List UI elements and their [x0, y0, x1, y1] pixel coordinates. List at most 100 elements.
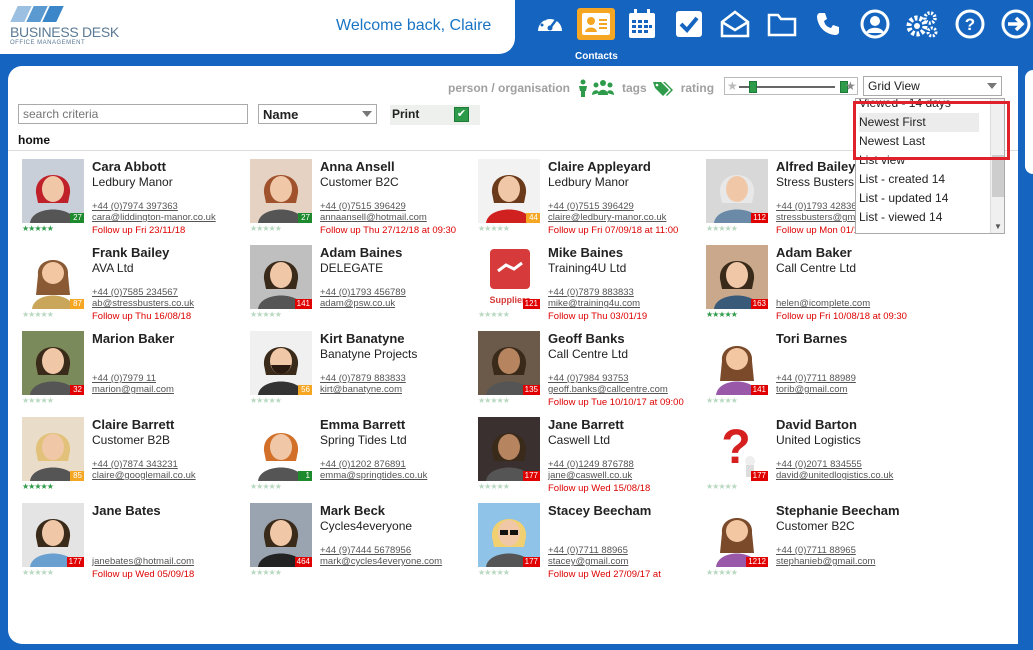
contact-card[interactable]: 85 ★★★★★ Claire Barrett Customer B2B +44 (0)… — [22, 417, 250, 503]
contact-name[interactable]: Marion Baker — [92, 331, 174, 346]
contact-card[interactable]: 44 ★★★★★ Claire Appleyard Ledbury Manor +44 … — [478, 159, 706, 245]
contact-card[interactable]: 1212 ★★★★★ Stephanie Beecham Customer B2C +4… — [706, 503, 934, 589]
contact-avatar[interactable]: 44 — [478, 159, 540, 223]
star-rating-icon[interactable]: ★★★★★ — [22, 397, 54, 405]
contact-name[interactable]: Cara Abbott — [92, 159, 166, 174]
contact-name[interactable]: Claire Barrett — [92, 417, 174, 432]
view-mode-select[interactable]: Grid View — [863, 76, 1002, 96]
contact-phone[interactable]: +44 (0)7711 88965 — [776, 545, 856, 556]
contact-email[interactable]: mark@cycles4everyone.com — [320, 556, 442, 567]
star-rating-icon[interactable]: ★★★★★ — [706, 311, 738, 319]
contact-phone[interactable]: +44 (0)7879 883833 — [320, 373, 406, 384]
side-panel-tab[interactable] — [1025, 70, 1033, 174]
contact-name[interactable]: Claire Appleyard — [548, 159, 651, 174]
contact-email[interactable]: kirt@banatyne.com — [320, 384, 402, 395]
person-icon[interactable] — [576, 79, 590, 97]
contact-name[interactable]: Stacey Beecham — [548, 503, 651, 518]
star-rating-icon[interactable]: ★★★★★ — [250, 397, 282, 405]
contact-email[interactable]: ab@stressbusters.co.uk — [92, 298, 194, 309]
contact-email[interactable]: david@unitedlogistics.co.uk — [776, 470, 893, 481]
star-rating-icon[interactable]: ★★★★★ — [478, 397, 510, 405]
contact-avatar[interactable]: 177 — [22, 503, 84, 567]
contact-phone[interactable]: +44 (0)1793 428365 — [776, 201, 862, 212]
star-rating-icon[interactable]: ★★★★★ — [478, 225, 510, 233]
contact-card[interactable]: 135 ★★★★★ Geoff Banks Call Centre Ltd +44 (0… — [478, 331, 706, 417]
scrollbar-thumb[interactable] — [992, 155, 1004, 197]
contact-avatar[interactable]: 27 — [250, 159, 312, 223]
contact-card[interactable]: 141 ★★★★★ Tori Barnes +44 (0)7711 88989 tori… — [706, 331, 934, 417]
contact-avatar[interactable]: 27 — [22, 159, 84, 223]
nav-dashboard[interactable] — [530, 6, 570, 42]
contact-email[interactable]: annaansell@hotmail.com — [320, 212, 427, 223]
contact-phone[interactable]: +44 (0)1249 876788 — [548, 459, 634, 470]
contact-phone[interactable]: +44 (0)2071 834555 — [776, 459, 862, 470]
contact-email[interactable]: mike@training4u.com — [548, 298, 640, 309]
contact-name[interactable]: David Barton — [776, 417, 857, 432]
contact-avatar[interactable]: 112 — [706, 159, 768, 223]
star-rating-icon[interactable]: ★★★★★ — [250, 311, 282, 319]
contact-phone[interactable]: +44 (0)7711 88965 — [548, 545, 628, 556]
contact-email[interactable]: marion@gmail.com — [92, 384, 174, 395]
nav-mail[interactable] — [715, 6, 755, 42]
nav-help[interactable]: ? — [950, 6, 990, 42]
contact-phone[interactable]: +44 (0)7515 396429 — [548, 201, 634, 212]
star-rating-icon[interactable]: ★★★★★ — [250, 225, 282, 233]
contact-avatar[interactable]: 85 — [22, 417, 84, 481]
star-rating-icon[interactable]: ★★★★★ — [706, 569, 738, 577]
contact-name[interactable]: Alfred Bailey — [776, 159, 855, 174]
contact-email[interactable]: helen@icomplete.com — [776, 298, 870, 309]
contact-email[interactable]: adam@psw.co.uk — [320, 298, 395, 309]
contact-card[interactable]: 56 ★★★★★ Kirt Banatyne Banatyne Projects +44… — [250, 331, 478, 417]
contact-card[interactable]: 27 ★★★★★ Cara Abbott Ledbury Manor +44 (0)79… — [22, 159, 250, 245]
contact-email[interactable]: janebates@hotmail.com — [92, 556, 194, 567]
contact-phone[interactable]: +44 (0)7515 396429 — [320, 201, 406, 212]
contact-avatar[interactable]: 87 — [22, 245, 84, 309]
contact-name[interactable]: Mark Beck — [320, 503, 385, 518]
contact-name[interactable]: Tori Barnes — [776, 331, 847, 346]
breadcrumb[interactable]: home — [18, 133, 50, 147]
contact-phone[interactable]: +44 (0)7711 88989 — [776, 373, 856, 384]
tag-icon[interactable] — [652, 80, 673, 96]
star-rating-icon[interactable]: ★★★★★ — [706, 397, 738, 405]
contact-avatar[interactable]: 177 — [478, 503, 540, 567]
star-rating-icon[interactable]: ★★★★★ — [706, 483, 738, 491]
contact-card[interactable]: 177 ★★★★★ Stacey Beecham +44 (0)7711 88965 s… — [478, 503, 706, 589]
contact-card[interactable]: 177 ★★★★★ Jane Bates janebates@hotmail.com F… — [22, 503, 250, 589]
contact-avatar[interactable]: 141 — [706, 331, 768, 395]
contact-card[interactable]: 141 ★★★★★ Adam Baines DELEGATE +44 (0)1793 4… — [250, 245, 478, 331]
contact-phone[interactable]: +44 (0)1202 876891 — [320, 459, 406, 470]
rating-min-handle[interactable] — [749, 81, 757, 93]
contact-phone[interactable]: +44 (0)7979 11 — [92, 373, 156, 384]
contact-card[interactable]: 32 ★★★★★ Marion Baker +44 (0)7979 11 marion@… — [22, 331, 250, 417]
search-input[interactable] — [18, 104, 248, 124]
contact-name[interactable]: Jane Bates — [92, 503, 161, 518]
contact-email[interactable]: claire@googlemail.co.uk — [92, 470, 196, 481]
star-rating-icon[interactable]: ★★★★★ — [706, 225, 738, 233]
contact-card[interactable]: 87 ★★★★★ Frank Bailey AVA Ltd +44 (0)7585 23… — [22, 245, 250, 331]
contact-phone[interactable]: +44 (0)7879 883833 — [548, 287, 634, 298]
contact-avatar[interactable]: 56 — [250, 331, 312, 395]
nav-logout[interactable] — [996, 6, 1033, 42]
nav-calendar[interactable] — [622, 6, 662, 42]
contact-name[interactable]: Kirt Banatyne — [320, 331, 405, 346]
dropdown-option[interactable]: List - viewed 14 — [859, 208, 942, 227]
nav-settings[interactable] — [902, 6, 942, 42]
contact-name[interactable]: Jane Barrett — [548, 417, 624, 432]
contact-phone[interactable]: +44 (0)1793 456789 — [320, 287, 406, 298]
contact-avatar[interactable]: 135 — [478, 331, 540, 395]
contact-email[interactable]: stacey@gmail.com — [548, 556, 628, 567]
star-rating-icon[interactable]: ★★★★★ — [250, 569, 282, 577]
star-rating-icon[interactable]: ★★★★★ — [478, 483, 510, 491]
contact-email[interactable]: claire@ledbury-manor.co.uk — [548, 212, 666, 223]
nav-files[interactable] — [762, 6, 802, 42]
contact-name[interactable]: Mike Baines — [548, 245, 623, 260]
contact-name[interactable]: Adam Baker — [776, 245, 852, 260]
contact-name[interactable]: Anna Ansell — [320, 159, 395, 174]
contact-avatar[interactable]: 163 — [706, 245, 768, 309]
dropdown-option[interactable]: List - created 14 — [859, 170, 945, 189]
nav-phone[interactable] — [808, 6, 848, 42]
nav-tasks[interactable] — [669, 6, 709, 42]
contact-email[interactable]: stephanieb@gmail.com — [776, 556, 875, 567]
star-rating-icon[interactable]: ★★★★★ — [250, 483, 282, 491]
organisation-icon[interactable] — [592, 79, 615, 97]
